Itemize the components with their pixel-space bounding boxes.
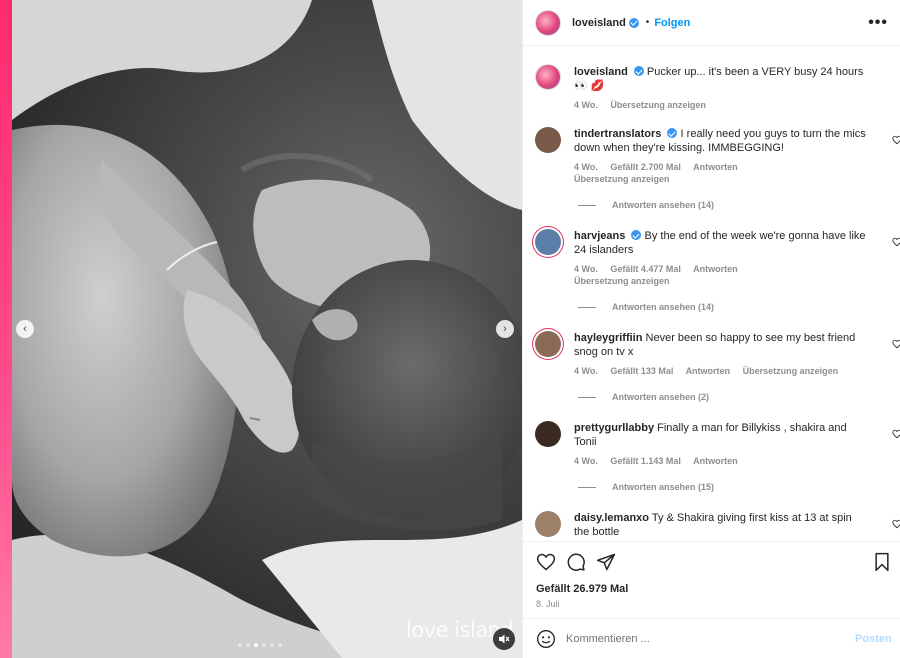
verified-badge-icon xyxy=(633,66,644,76)
like-icon[interactable] xyxy=(536,552,556,572)
share-icon[interactable] xyxy=(596,552,616,572)
verified-badge-icon xyxy=(667,128,678,138)
divider xyxy=(578,204,596,206)
view-replies-label: Antworten ansehen (14) xyxy=(612,200,715,210)
comment-composer: Posten xyxy=(523,618,900,658)
like-icon[interactable] xyxy=(892,519,900,529)
post-date: 8. Juli xyxy=(536,599,560,609)
post-actions: Gefällt 26.979 Mal 8. Juli xyxy=(523,541,900,618)
view-replies-label: Antworten ansehen (14) xyxy=(612,302,715,312)
carousel-dot xyxy=(278,643,282,647)
like-icon[interactable] xyxy=(892,429,900,439)
like-icon[interactable] xyxy=(892,135,900,145)
like-icon[interactable] xyxy=(892,237,900,247)
comment-age: 4 Wo. xyxy=(574,456,598,466)
translate-link[interactable]: Übersetzung anzeigen xyxy=(574,174,670,184)
divider xyxy=(578,306,596,308)
carousel-indicator xyxy=(238,643,282,647)
post-photo xyxy=(12,0,522,658)
comment-age: 4 Wo. xyxy=(574,366,598,376)
separator-dot: • xyxy=(645,17,650,28)
likes-count[interactable]: Gefällt 26.979 Mal xyxy=(536,583,628,595)
post-comment-button[interactable]: Posten xyxy=(855,633,892,645)
carousel-dot xyxy=(246,643,250,647)
save-icon[interactable] xyxy=(872,552,892,572)
view-replies-button[interactable]: Antworten ansehen (15) xyxy=(578,482,714,492)
translate-link[interactable]: Übersetzung anzeigen xyxy=(743,366,839,376)
more-icon[interactable]: ••• xyxy=(868,14,888,32)
view-replies-button[interactable]: Antworten ansehen (14) xyxy=(578,200,714,210)
verified-badge-icon xyxy=(628,17,639,28)
comment-input[interactable] xyxy=(566,629,826,649)
chevron-right-icon: › xyxy=(503,323,507,335)
avatar[interactable] xyxy=(535,331,561,357)
comment-age: 4 Wo. xyxy=(574,264,598,274)
like-icon[interactable] xyxy=(892,339,900,349)
post-header: loveisland • Folgen ••• xyxy=(523,0,900,46)
reply-button[interactable]: Antworten xyxy=(693,162,738,172)
reply-button[interactable]: Antworten xyxy=(693,456,738,466)
comment-username[interactable]: harvjeans xyxy=(574,230,625,242)
divider xyxy=(578,396,596,398)
mute-icon xyxy=(499,634,510,644)
comment-username[interactable]: tindertranslators xyxy=(574,128,661,140)
comment-age: 4 Wo. xyxy=(574,162,598,172)
verified-badge-icon xyxy=(631,230,642,240)
comment-likes[interactable]: Gefällt 2.700 Mal xyxy=(610,162,681,172)
view-replies-label: Antworten ansehen (15) xyxy=(612,482,715,492)
page-edge xyxy=(0,0,12,658)
avatar[interactable] xyxy=(535,421,561,447)
follow-button[interactable]: Folgen xyxy=(654,17,690,29)
carousel-dot xyxy=(254,643,258,647)
avatar[interactable] xyxy=(535,64,561,90)
avatar[interactable] xyxy=(535,9,561,36)
avatar[interactable] xyxy=(535,127,561,153)
caption-username[interactable]: loveisland xyxy=(574,66,628,78)
view-replies-button[interactable]: Antworten ansehen (14) xyxy=(578,302,714,312)
comment-username[interactable]: prettygurllabby xyxy=(574,422,654,434)
comment-likes[interactable]: Gefällt 133 Mal xyxy=(610,366,673,376)
comment-username[interactable]: hayleygriffiin xyxy=(574,332,642,344)
translate-link[interactable]: Übersetzung anzeigen xyxy=(574,276,670,286)
view-replies-label: Antworten ansehen (2) xyxy=(612,392,710,402)
caption-age: 4 Wo. xyxy=(574,100,598,110)
emoji-icon[interactable] xyxy=(536,629,556,649)
avatar[interactable] xyxy=(535,229,561,255)
view-replies-button[interactable]: Antworten ansehen (2) xyxy=(578,392,709,402)
translate-link[interactable]: Übersetzung anzeigen xyxy=(610,100,706,110)
comment-likes[interactable]: Gefällt 1.143 Mal xyxy=(610,456,681,466)
carousel-dot xyxy=(262,643,266,647)
comments-list[interactable]: loveisland Pucker up... it's been a VERY… xyxy=(523,47,900,540)
post-side-panel: loveisland • Folgen ••• loveisland Pucke… xyxy=(522,0,900,658)
divider xyxy=(578,486,596,488)
carousel-next-button[interactable]: › xyxy=(496,320,514,338)
carousel-dot xyxy=(270,643,274,647)
chevron-left-icon: ‹ xyxy=(23,323,27,335)
instagram-post-modal: ‹ › love island loveisland • Folgen ••• xyxy=(0,0,900,658)
mute-toggle[interactable] xyxy=(493,628,515,650)
comment-username[interactable]: daisy.lemanxo xyxy=(574,512,649,524)
carousel-dot xyxy=(238,643,242,647)
carousel-prev-button[interactable]: ‹ xyxy=(16,320,34,338)
comment-icon[interactable] xyxy=(566,552,586,572)
account-username[interactable]: loveisland xyxy=(572,17,626,29)
reply-button[interactable]: Antworten xyxy=(686,366,731,376)
avatar[interactable] xyxy=(535,511,561,537)
reply-button[interactable]: Antworten xyxy=(693,264,738,274)
comment-likes[interactable]: Gefällt 4.477 Mal xyxy=(610,264,681,274)
post-media[interactable]: ‹ › love island xyxy=(12,0,522,658)
